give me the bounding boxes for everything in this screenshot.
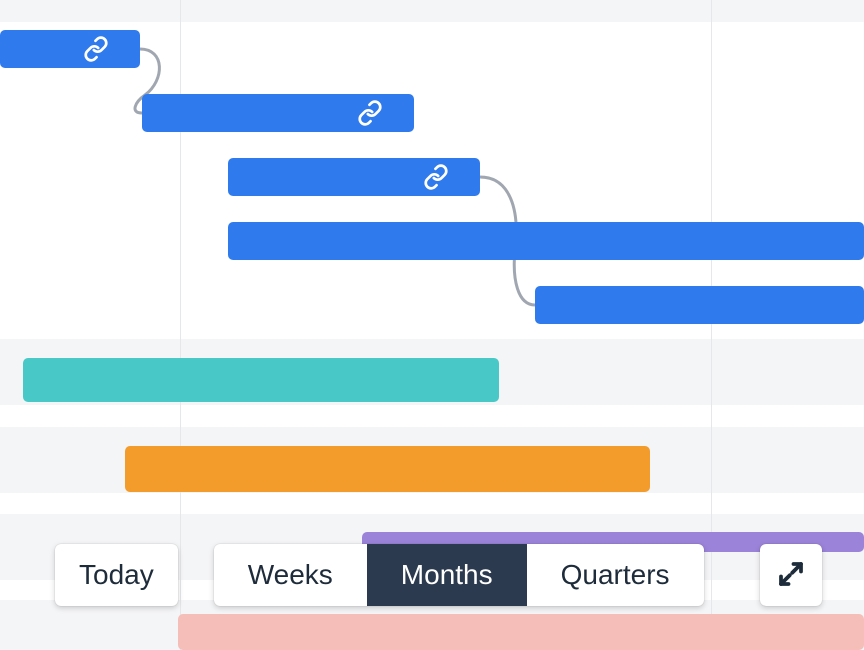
expand-icon [776,559,806,592]
task-bar[interactable] [535,286,864,324]
link-icon [356,99,384,127]
expand-button[interactable] [760,544,822,606]
task-bar[interactable] [228,222,864,260]
gantt-row [0,0,864,22]
today-button[interactable]: Today [55,544,178,606]
task-bar[interactable] [125,446,650,492]
timeline-toolbar: Today Weeks Months Quarters [0,544,864,606]
task-bar[interactable] [23,358,499,402]
link-icon [82,35,110,63]
zoom-months-button[interactable]: Months [367,544,527,606]
zoom-weeks-button[interactable]: Weeks [214,544,367,606]
gantt-timeline: Today Weeks Months Quarters [0,0,864,650]
link-icon [422,163,450,191]
task-bar[interactable] [178,614,864,650]
task-bar[interactable] [142,94,414,132]
task-bar[interactable] [0,30,140,68]
zoom-quarters-button[interactable]: Quarters [527,544,704,606]
task-bar[interactable] [228,158,480,196]
zoom-segmented-control: Weeks Months Quarters [214,544,704,606]
